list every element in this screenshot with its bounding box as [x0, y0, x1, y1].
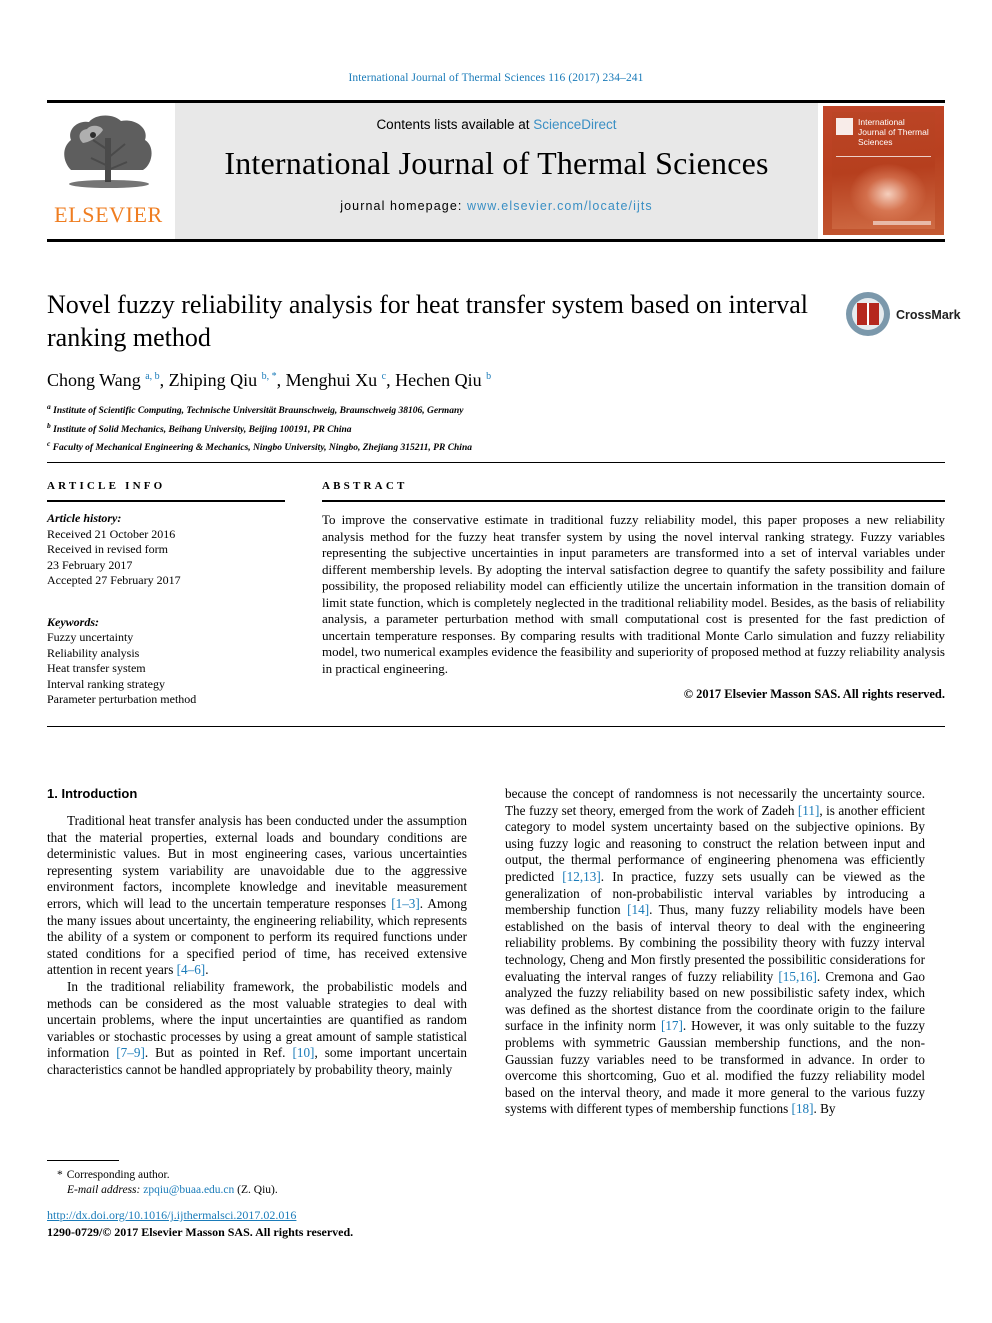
contents-available-line: Contents lists available at ScienceDirec… — [175, 117, 818, 132]
keywords-label: Keywords: — [47, 614, 99, 629]
body-column-left: 1. Introduction Traditional heat transfe… — [47, 786, 467, 1079]
footnote-star-marker: * — [57, 1169, 63, 1181]
article-history: Article history: Received 21 October 2016… — [47, 511, 285, 589]
cover-badge-icon — [836, 118, 853, 135]
body-columns: 1. Introduction Traditional heat transfe… — [47, 786, 945, 1206]
footnote-email-link[interactable]: zpqiu@buaa.edu.cn — [143, 1184, 234, 1196]
keyword-item: Reliability analysis — [47, 645, 140, 660]
citation-ref[interactable]: [14] — [627, 902, 649, 917]
footnote-rule — [47, 1160, 119, 1161]
affiliation-marker: a — [47, 402, 51, 411]
affiliation-line: c Faculty of Mechanical Engineering & Me… — [47, 439, 472, 454]
body-paragraph: Traditional heat transfer analysis has b… — [47, 813, 467, 978]
page-footer: http://dx.doi.org/10.1016/j.ijthermalsci… — [47, 1208, 647, 1240]
keyword-item: Interval ranking strategy — [47, 676, 165, 691]
running-head: International Journal of Thermal Science… — [348, 72, 644, 84]
affiliation-list: a Institute of Scientific Computing, Tec… — [47, 400, 837, 456]
footnote-email-suffix: (Z. Qiu). — [237, 1183, 278, 1196]
info-abstract-bottom-rule — [47, 726, 945, 727]
contents-prefix: Contents lists available at — [376, 117, 534, 132]
affiliation-line: b Institute of Solid Mechanics, Beihang … — [47, 420, 352, 435]
footnote-corresponding-line: * Corresponding author. — [47, 1168, 467, 1183]
body-paragraph: because the concept of randomness is not… — [505, 786, 926, 1117]
footnote-corresponding-text: Corresponding author. — [66, 1169, 170, 1181]
abstract-rights: © 2017 Elsevier Masson SAS. All rights r… — [683, 687, 945, 701]
cover-inner: International Journal of Thermal Science… — [832, 112, 935, 229]
journal-cover-thumbnail: International Journal of Thermal Science… — [822, 105, 945, 236]
elsevier-tree-icon — [64, 115, 152, 188]
corresponding-author-footnote: * Corresponding author. E-mail address: z… — [47, 1160, 467, 1197]
keywords-block: Keywords: Fuzzy uncertainty Reliability an… — [47, 615, 285, 708]
journal-masthead: ELSEVIER Contents lists available at Sci… — [47, 100, 945, 242]
footnote-email-line: E-mail address: zpqiu@buaa.edu.cn (Z. Qi… — [47, 1183, 467, 1198]
citation-ref[interactable]: [4–6] — [177, 962, 206, 977]
homepage-label: journal homepage: — [340, 199, 468, 213]
body-column-right: because the concept of randomness is not… — [505, 786, 925, 1118]
cover-divider — [836, 156, 931, 157]
sciencedirect-link[interactable]: ScienceDirect — [533, 117, 616, 132]
citation-ref[interactable]: [15,16] — [778, 969, 816, 984]
history-line: Accepted 27 February 2017 — [47, 573, 181, 587]
cover-footer-bar — [873, 221, 931, 225]
crossmark-ring-icon — [846, 292, 890, 336]
homepage-url-link[interactable]: www.elsevier.com/locate/ijts — [467, 199, 653, 213]
citation-ref[interactable]: [7–9] — [116, 1045, 145, 1060]
citation-ref[interactable]: [17] — [661, 1018, 683, 1033]
crossmark-label: CrossMark — [896, 308, 961, 322]
abstract-text: To improve the conservative estimate in … — [322, 512, 945, 676]
abstract-heading: ABSTRACT — [322, 480, 408, 492]
affiliation-line: a Institute of Scientific Computing, Tec… — [47, 402, 464, 417]
citation-ref[interactable]: [18] — [792, 1101, 814, 1116]
history-line: Received 21 October 2016 — [47, 526, 176, 541]
left-column-paragraphs: Traditional heat transfer analysis has b… — [47, 813, 467, 1079]
citation-ref[interactable]: [10] — [292, 1045, 314, 1060]
masthead-center-band: Contents lists available at ScienceDirec… — [175, 103, 818, 239]
crossmark-badge[interactable]: CrossMark — [846, 292, 961, 340]
info-abstract-top-rule — [47, 462, 945, 463]
history-line: Received in revised form — [47, 542, 168, 556]
body-paragraph: In the traditional reliability framework… — [47, 978, 467, 1077]
elsevier-wordmark: ELSEVIER — [54, 202, 163, 227]
affiliation-marker: c — [47, 439, 51, 449]
crossmark-book-icon — [857, 303, 879, 325]
issn-copyright-line: 1290-0729/© 2017 Elsevier Masson SAS. Al… — [47, 1225, 354, 1239]
footnote-email-label: E-mail address: — [67, 1183, 141, 1196]
right-column-paragraphs: because the concept of randomness is not… — [505, 786, 925, 1118]
doi-link[interactable]: http://dx.doi.org/10.1016/j.ijthermalsci… — [47, 1208, 647, 1223]
journal-title: International Journal of Thermal Science… — [224, 145, 769, 181]
article-info-column: ARTICLE INFO Article history: Received 21… — [47, 480, 285, 708]
author-list: Chong Wang a, b, Zhiping Qiu b, *, Mengh… — [47, 370, 492, 390]
title-block: Novel fuzzy reliability analysis for hea… — [47, 288, 837, 456]
citation-ref[interactable]: [1–3] — [391, 896, 420, 911]
journal-homepage-line: journal homepage: www.elsevier.com/locat… — [175, 199, 818, 213]
history-line: 23 February 2017 — [47, 557, 133, 572]
cover-burst-graphic — [850, 164, 926, 224]
keyword-item: Parameter perturbation method — [47, 692, 197, 706]
abstract-underline — [322, 500, 945, 502]
article-info-underline — [47, 500, 285, 502]
affiliation-marker: b — [47, 420, 51, 430]
keyword-item: Fuzzy uncertainty — [47, 630, 134, 644]
section-heading-introduction: 1. Introduction — [47, 786, 138, 801]
keyword-item: Heat transfer system — [47, 661, 146, 675]
page-title: Novel fuzzy reliability analysis for hea… — [47, 290, 808, 352]
article-info-heading: ARTICLE INFO — [47, 480, 166, 492]
paper-page: International Journal of Thermal Science… — [0, 0, 992, 1323]
citation-ref[interactable]: [11] — [798, 803, 819, 818]
cover-title-text: International Journal of Thermal Science… — [858, 117, 929, 147]
citation-ref[interactable]: [12,13] — [562, 869, 600, 884]
elsevier-logo: ELSEVIER — [47, 105, 170, 236]
abstract-column: ABSTRACT To improve the conservative est… — [322, 480, 945, 702]
masthead-bottom-rule — [47, 239, 945, 242]
history-label: Article history: — [47, 511, 122, 525]
